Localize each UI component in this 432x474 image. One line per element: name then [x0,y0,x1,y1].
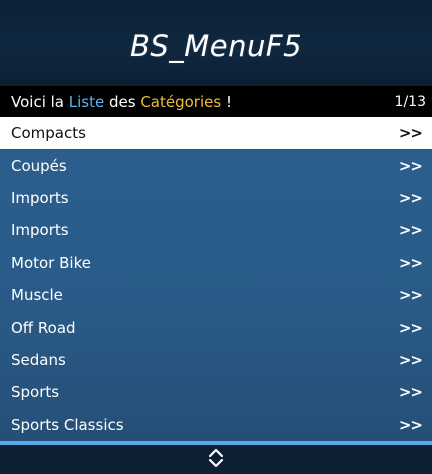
submenu-arrow-icon: >> [398,318,423,337]
menu-item-label: Imports [11,221,69,240]
submenu-arrow-icon: >> [398,253,423,272]
menu-item-imports[interactable]: Imports >> [0,182,432,214]
menu-item-label: Compacts [11,124,86,143]
submenu-arrow-icon: >> [398,286,423,305]
subheader-suffix: ! [221,92,232,111]
menu-banner: BS_MenuF5 [0,0,432,86]
subheader-middle: des [104,92,141,111]
menu-item-label: Coupés [11,156,67,175]
menu-title: BS_MenuF5 [129,29,303,63]
menu-item-compacts[interactable]: Compacts >> [0,117,432,150]
submenu-arrow-icon: >> [398,124,423,143]
submenu-arrow-icon: >> [398,383,423,402]
submenu-arrow-icon: >> [398,221,423,240]
menu-item-label: Motor Bike [11,253,91,272]
submenu-arrow-icon: >> [398,415,423,434]
submenu-arrow-icon: >> [398,350,423,369]
menu-item-sedans[interactable]: Sedans >> [0,344,432,376]
menu-item-label: Imports [11,188,69,207]
menu-item-sports-classics[interactable]: Sports Classics >> [0,409,432,441]
menu-item-motor-bike[interactable]: Motor Bike >> [0,247,432,279]
menu-footer [0,445,432,474]
submenu-arrow-icon: >> [398,188,423,207]
menu-item-label: Sedans [11,350,66,369]
menu-item-label: Sports [11,383,60,402]
menu-subheader: Voici la Liste des Catégories ! 1/13 [0,86,432,117]
subheader-word-liste: Liste [68,92,105,111]
subheader-word-categories: Catégories [140,92,222,111]
menu-item-sports[interactable]: Sports >> [0,376,432,408]
menu-item-coupes[interactable]: Coupés >> [0,149,432,181]
page-counter: 1/13 [394,93,426,110]
up-down-arrows-icon[interactable] [207,448,225,472]
menu-item-muscle[interactable]: Muscle >> [0,279,432,311]
vehicle-category-menu: BS_MenuF5 Voici la Liste des Catégories … [0,0,432,474]
menu-item-off-road[interactable]: Off Road >> [0,311,432,343]
subheader-prefix: Voici la [11,92,69,111]
menu-item-label: Muscle [11,286,63,305]
menu-item-imports-2[interactable]: Imports >> [0,214,432,246]
category-list: Compacts >> Coupés >> Imports >> Imports… [0,117,432,441]
menu-item-label: Off Road [11,318,76,337]
menu-item-label: Sports Classics [11,415,124,434]
submenu-arrow-icon: >> [398,156,423,175]
